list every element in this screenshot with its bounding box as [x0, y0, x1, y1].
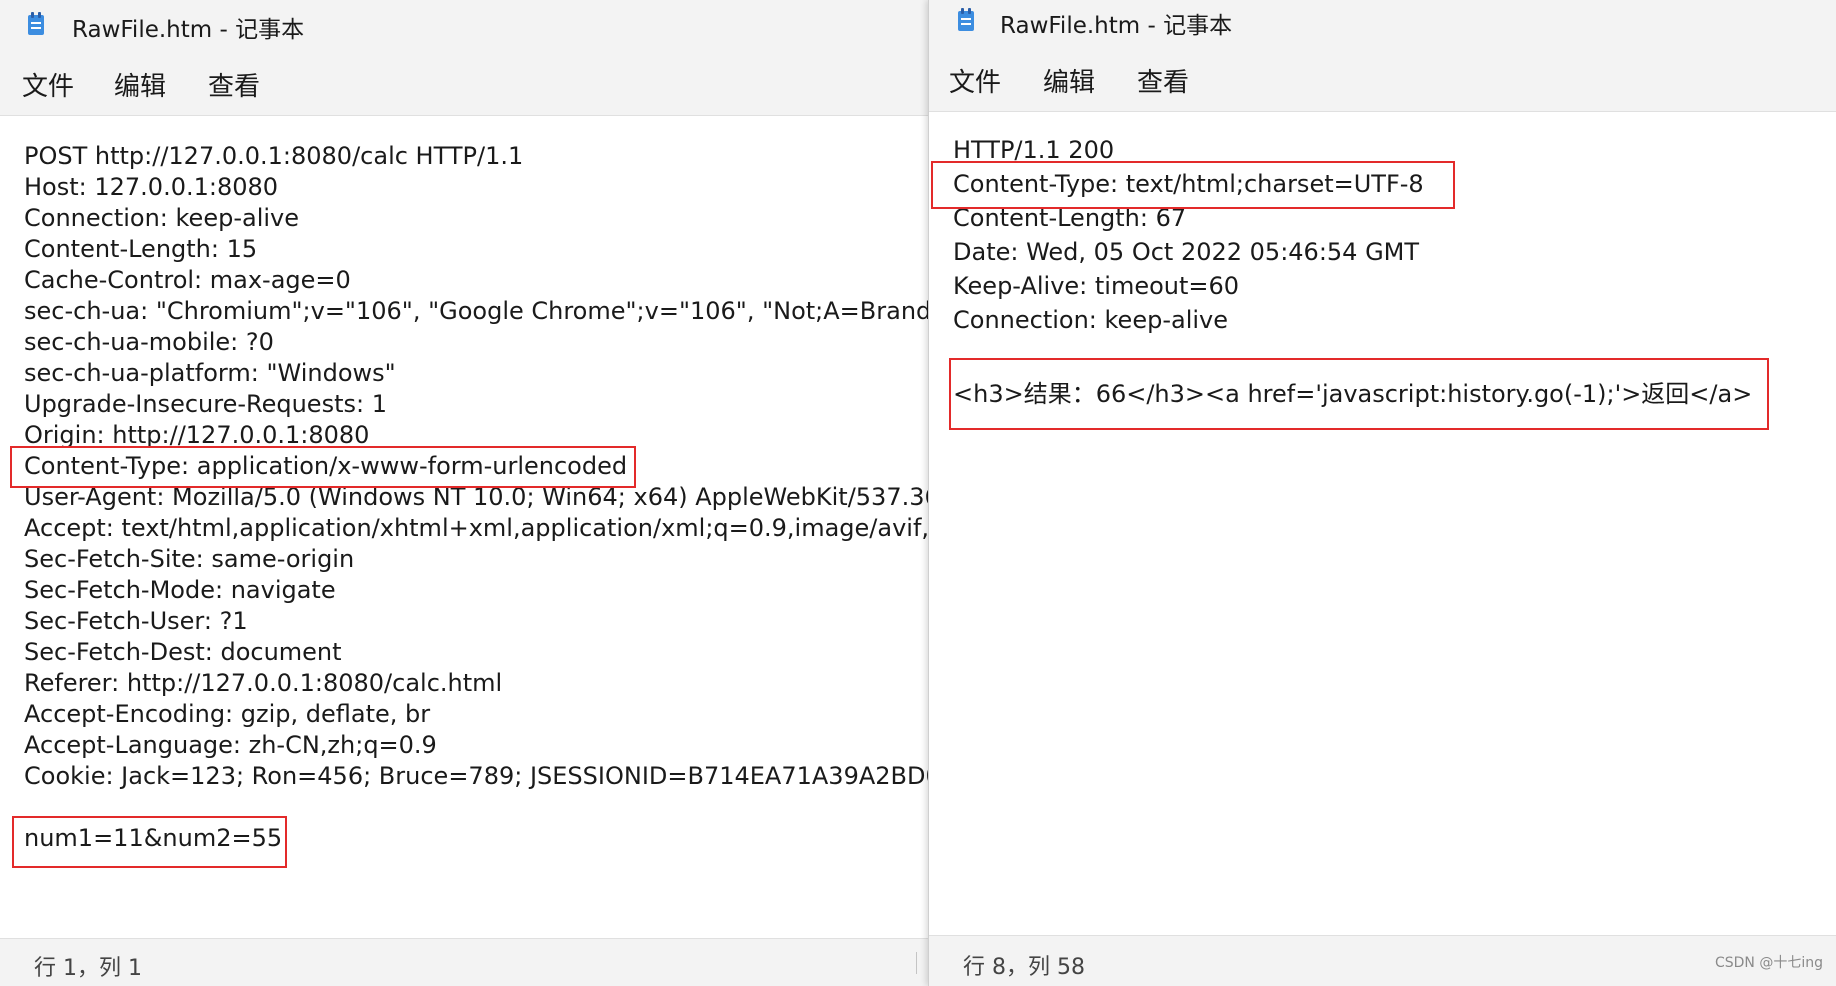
- text-line: sec-ch-ua-mobile: ?0: [24, 328, 274, 356]
- text-editor-area[interactable]: POST http://127.0.0.1:8080/calc HTTP/1.1…: [0, 116, 929, 938]
- text-line: Cache-Control: max-age=0: [24, 266, 351, 294]
- menu-view[interactable]: 查看: [208, 66, 260, 103]
- text-line: sec-ch-ua-platform: "Windows": [24, 359, 396, 387]
- text-line: sec-ch-ua: "Chromium";v="106", "Google C…: [24, 297, 929, 325]
- title-bar: RawFile.htm - 记事本: [0, 0, 929, 52]
- menu-bar: 文件 编辑 查看: [929, 48, 1836, 112]
- text-line: Sec-Fetch-Site: same-origin: [24, 545, 355, 573]
- menu-view[interactable]: 查看: [1137, 62, 1189, 99]
- text-line: Cookie: Jack=123; Ron=456; Bruce=789; JS…: [24, 762, 929, 790]
- menu-edit[interactable]: 编辑: [1043, 62, 1095, 99]
- text-line: Keep-Alive: timeout=60: [953, 272, 1240, 300]
- text-line: Date: Wed, 05 Oct 2022 05:46:54 GMT: [953, 238, 1420, 266]
- text-line: Upgrade-Insecure-Requests: 1: [24, 390, 387, 418]
- menu-bar: 文件 编辑 查看: [0, 52, 929, 116]
- text-line: POST http://127.0.0.1:8080/calc HTTP/1.1: [24, 142, 524, 170]
- status-bar: 行 1，列 1: [0, 938, 929, 986]
- cursor-position: 行 8，列 58: [963, 955, 1085, 980]
- notepad-icon: [26, 12, 46, 36]
- window-title: RawFile.htm - 记事本: [72, 17, 305, 43]
- text-line: Referer: http://127.0.0.1:8080/calc.html: [24, 669, 503, 697]
- text-line: Origin: http://127.0.0.1:8080: [24, 421, 370, 449]
- text-line: Accept: text/html,application/xhtml+xml,…: [24, 514, 929, 542]
- text-line: Sec-Fetch-Mode: navigate: [24, 576, 336, 604]
- highlight-request-content-type: [10, 446, 636, 488]
- notepad-window-response: RawFile.htm - 记事本 文件 编辑 查看 HTTP/1.1 200 C…: [928, 0, 1836, 986]
- notepad-icon: [956, 8, 976, 32]
- menu-file[interactable]: 文件: [949, 62, 1001, 99]
- text-editor-area[interactable]: HTTP/1.1 200 Content-Type: text/html;char…: [929, 112, 1836, 935]
- status-bar: 行 8，列 58: [929, 935, 1836, 986]
- text-line: Accept-Encoding: gzip, deflate, br: [24, 700, 431, 728]
- highlight-response-body: [949, 358, 1769, 430]
- status-separator: [916, 952, 917, 974]
- watermark: CSDN @十七ing: [1714, 955, 1823, 971]
- text-line: Host: 127.0.0.1:8080: [24, 173, 279, 201]
- text-line: Connection: keep-alive: [24, 204, 299, 232]
- cursor-position: 行 1，列 1: [34, 956, 142, 981]
- text-line: Content-Length: 15: [24, 235, 258, 263]
- highlight-request-body: [12, 816, 287, 868]
- text-line: HTTP/1.1 200: [953, 136, 1115, 164]
- menu-file[interactable]: 文件: [22, 66, 74, 103]
- menu-edit[interactable]: 编辑: [114, 66, 166, 103]
- title-bar: RawFile.htm - 记事本: [929, 0, 1836, 48]
- text-line: Accept-Language: zh-CN,zh;q=0.9: [24, 731, 437, 759]
- text-line: Sec-Fetch-Dest: document: [24, 638, 342, 666]
- highlight-response-content-type: [931, 161, 1455, 209]
- text-line: Sec-Fetch-User: ?1: [24, 607, 248, 635]
- window-title: RawFile.htm - 记事本: [1000, 13, 1233, 39]
- text-line: Connection: keep-alive: [953, 306, 1228, 334]
